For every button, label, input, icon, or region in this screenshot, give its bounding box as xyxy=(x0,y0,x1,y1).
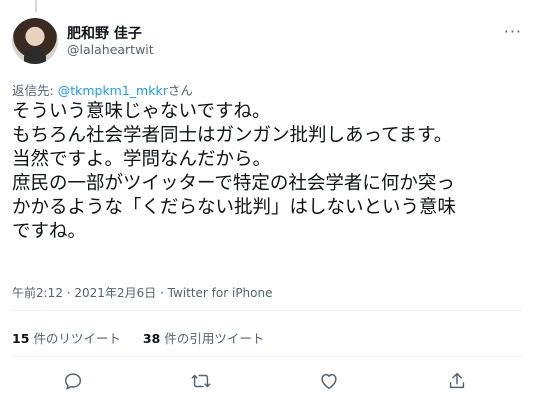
tweet-stats: 15 件のリツイート 38 件の引用ツイート xyxy=(12,328,282,347)
divider xyxy=(12,310,522,311)
tweet-body-line: そういう意味じゃないですね。 xyxy=(12,101,271,122)
author-name[interactable]: 肥和野 佳子 xyxy=(67,23,142,43)
divider xyxy=(12,356,522,357)
quotes-count: 38 xyxy=(142,331,161,346)
tweet-body-line: 当然ですよ。学問なんだから。 xyxy=(12,149,272,170)
retweets-count: 15 xyxy=(12,331,30,346)
retweets-stat[interactable]: 15 件のリツイート xyxy=(12,331,121,346)
reply-context: 返信先: @tkmpkm1_mkkrさん xyxy=(12,80,193,99)
tweet-timestamp-source[interactable]: 午前2:12 · 2021年2月6日 · Twitter for iPhone xyxy=(12,284,273,301)
reply-icon[interactable] xyxy=(62,370,84,392)
tweet-action-bar xyxy=(0,366,534,394)
share-icon[interactable] xyxy=(446,370,468,392)
tweet-body-line: ですね。 xyxy=(12,221,87,242)
thread-connector-line xyxy=(35,0,37,12)
tweet-body-line: 庶民の一部がツイッターで特定の社会学者に何か突っ xyxy=(12,173,455,194)
like-icon[interactable] xyxy=(318,370,340,392)
retweets-label: 件のリツイート xyxy=(33,331,121,346)
tweet-body-line: もちろん社会学者同士はガンガン批判しあってます。 xyxy=(12,125,453,146)
avatar[interactable] xyxy=(12,18,58,64)
reply-suffix: さん xyxy=(167,83,193,98)
quotes-label: 件の引用ツイート xyxy=(164,331,265,346)
more-dots-icon[interactable]: ··· xyxy=(504,22,522,41)
tweet-header: 肥和野 佳子 @lalaheartwit ··· xyxy=(12,18,522,66)
reply-mention-link[interactable]: @tkmpkm1_mkkr xyxy=(58,83,168,98)
quotes-stat[interactable]: 38 件の引用ツイート xyxy=(143,331,264,346)
tweet-body: そういう意味じゃないですね。 もちろん社会学者同士はガンガン批判しあってます。 … xyxy=(12,100,522,244)
retweet-icon[interactable] xyxy=(190,370,212,392)
tweet-body-line: かかるような「くだらない批判」はしないという意味 xyxy=(12,197,457,218)
reply-prefix: 返信先: xyxy=(12,83,58,98)
author-handle[interactable]: @lalaheartwit xyxy=(67,42,154,57)
